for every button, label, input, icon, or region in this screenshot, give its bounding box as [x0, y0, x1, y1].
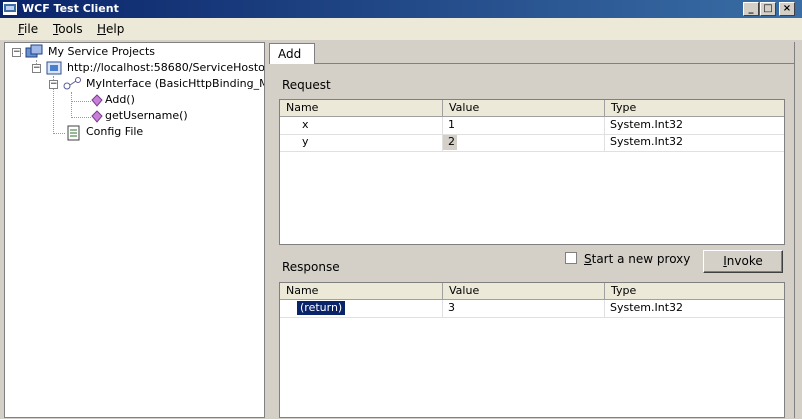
table-row[interactable]: y 2 System.Int32	[280, 134, 784, 152]
tree-connector	[71, 92, 72, 118]
tree-connector	[71, 101, 91, 102]
start-new-proxy-label[interactable]: Start a new proxy	[584, 252, 690, 266]
pane-splitter[interactable]	[265, 42, 268, 418]
request-row-x-name: x	[280, 117, 443, 134]
request-row-x-type: System.Int32	[610, 118, 684, 131]
request-row-y-type: System.Int32	[610, 135, 684, 148]
request-grid[interactable]: Name Value Type x 1 System.Int32 y 2 Sys…	[279, 99, 785, 245]
minimize-button[interactable]: _	[743, 2, 759, 16]
window-title: WCF Test Client	[22, 2, 119, 15]
menu-file[interactable]: File	[18, 22, 38, 36]
close-button[interactable]: ×	[779, 2, 795, 16]
response-row-return-name[interactable]: (return)	[295, 300, 347, 316]
maximize-button[interactable]: □	[760, 2, 776, 16]
tree-operation-add[interactable]: Add()	[105, 93, 135, 106]
tree-connector	[53, 133, 65, 134]
menu-help-hotkey: H	[97, 22, 107, 36]
app-icon	[3, 2, 17, 15]
response-header-type[interactable]: Type	[605, 283, 784, 299]
minimize-icon: _	[748, 3, 754, 14]
tree-connector	[71, 117, 91, 118]
request-grid-header: Name Value Type	[280, 100, 784, 117]
response-row-return-type: System.Int32	[610, 301, 684, 314]
menu-file-label: ile	[24, 22, 39, 36]
service-tree[interactable]: − My Service Projects − http://localhost…	[4, 42, 265, 418]
menu-help[interactable]: Help	[97, 22, 124, 36]
tree-contract-label[interactable]: MyInterface (BasicHttpBinding_MyInte	[86, 77, 264, 90]
menu-tools-label: ools	[58, 22, 83, 36]
response-row-name-cell: (return)	[280, 300, 443, 317]
tab-add[interactable]: Add	[269, 43, 315, 64]
request-header-value[interactable]: Value	[443, 100, 605, 116]
request-row-y-name: y	[280, 134, 443, 151]
response-grid-header: Name Value Type	[280, 283, 784, 300]
proxy-hotkey: S	[584, 252, 592, 266]
response-label: Response	[282, 260, 340, 274]
request-row-x-value[interactable]: 1	[443, 117, 605, 134]
tree-endpoint-label[interactable]: http://localhost:58680/ServiceHostone.sv	[67, 61, 264, 74]
tab-add-label: Add	[278, 47, 302, 61]
response-header-value[interactable]: Value	[443, 283, 605, 299]
request-row-y-value-cell[interactable]: 2	[443, 134, 605, 151]
menu-tools[interactable]: Tools	[53, 22, 83, 36]
tree-collapse-endpoint[interactable]: −	[32, 64, 41, 73]
maximize-icon: □	[763, 3, 773, 14]
table-row[interactable]: x 1 System.Int32	[280, 117, 784, 135]
response-row-return-value: 3	[443, 300, 605, 317]
invoke-label: nvoke	[726, 254, 763, 268]
request-header-type[interactable]: Type	[605, 100, 784, 116]
table-row[interactable]: (return) 3 System.Int32	[280, 300, 784, 318]
contract-icon	[62, 76, 82, 95]
operation-icon	[91, 94, 103, 111]
start-new-proxy-checkbox[interactable]	[565, 252, 577, 264]
menu-help-label: elp	[106, 22, 125, 36]
request-label: Request	[282, 78, 331, 92]
request-row-y-value[interactable]: 2	[448, 134, 455, 150]
config-file-icon	[66, 125, 82, 144]
invoke-button[interactable]: Invoke	[703, 250, 783, 273]
tree-root-label[interactable]: My Service Projects	[48, 45, 155, 58]
tree-collapse-contract[interactable]: −	[49, 80, 58, 89]
endpoint-icon	[45, 60, 63, 79]
projects-icon	[25, 44, 43, 63]
menu-bar: File Tools Help	[0, 18, 802, 40]
title-bar: WCF Test Client _ □ ×	[0, 0, 802, 18]
response-grid[interactable]: Name Value Type (return) 3 System.Int32	[279, 282, 785, 418]
close-icon: ×	[782, 3, 792, 14]
response-header-name[interactable]: Name	[280, 283, 443, 299]
request-header-name[interactable]: Name	[280, 100, 443, 116]
tree-operation-getusername[interactable]: getUsername()	[105, 109, 188, 122]
window-scrollbar[interactable]	[794, 42, 802, 418]
tree-collapse-root[interactable]: −	[12, 48, 21, 57]
proxy-label-text: tart a new proxy	[591, 252, 691, 266]
tree-config-label[interactable]: Config File	[86, 125, 143, 138]
